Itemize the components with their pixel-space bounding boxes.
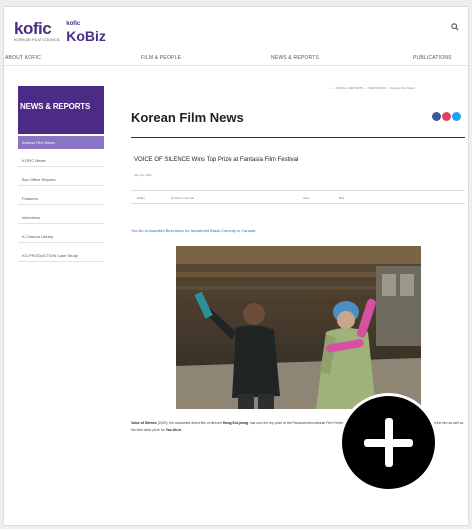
kofic-logo-text: kofic — [14, 19, 52, 38]
nav-item-publications[interactable]: PUBLICATIONS — [413, 55, 452, 61]
nav-item-film-people[interactable]: FILM & PEOPLE — [141, 55, 181, 61]
sidebar-item-kofic-news[interactable]: KOFIC News — [18, 154, 104, 167]
kofic-logo: kofic KOREAN FILM COUNCIL — [14, 20, 60, 42]
article-photo — [176, 246, 421, 409]
breadcrumb-item[interactable]: Korean Film News — [390, 86, 415, 90]
writer-value: by Pierce Conran — [171, 196, 195, 200]
body-text: (2020), the acclaimed debut film of dire… — [156, 421, 223, 425]
sidebar-item-interviews[interactable]: Interviews — [18, 211, 104, 224]
sidebar-heading: NEWS & REPORTS — [18, 86, 104, 134]
site-logo[interactable]: kofic KOREAN FILM COUNCIL kofic KoBiz — [14, 20, 106, 43]
article-title: VOICE OF SILENCE Wins Top Prize at Fanta… — [134, 157, 299, 163]
page-title: Korean Film News — [131, 110, 244, 125]
breadcrumb-item[interactable]: NEWS & REPORTS — [336, 86, 363, 90]
sidebar-item-box-office[interactable]: Box Office Reports — [18, 173, 104, 186]
breadcrumb-item[interactable]: NEWSROOM — [368, 86, 386, 90]
body-text: . — [181, 428, 183, 432]
views-value: 861 — [339, 196, 345, 200]
body-actor: Yoo Ah-in — [165, 428, 182, 432]
sidebar-item-korean-film-news[interactable]: Korean Film News — [18, 136, 104, 149]
nav-item-news-reports[interactable]: NEWS & REPORTS — [271, 55, 319, 61]
share-buttons — [432, 112, 461, 121]
main-nav: ABOUT KOFIC FILM & PEOPLE NEWS & REPORTS… — [3, 52, 469, 66]
kobiz-logo: kofic KoBiz — [66, 20, 106, 43]
search-icon[interactable] — [451, 22, 459, 34]
sidebar-item-ko-production[interactable]: KO-PRODUCTION Case Study — [18, 249, 104, 262]
body-film-title: Voice of Silence — [131, 421, 157, 425]
views-label: View — [303, 196, 310, 200]
body-director: Hong Eui-jeong — [222, 421, 248, 425]
kobiz-logo-text: KoBiz — [66, 28, 106, 44]
article-date: Sep 06, 2021 — [134, 173, 152, 177]
plus-icon[interactable] — [339, 393, 438, 492]
twitter-share-icon[interactable] — [452, 112, 461, 121]
facebook-share-icon[interactable] — [432, 112, 441, 121]
kofic-logo-subtitle: KOREAN FILM COUNCIL — [14, 37, 61, 42]
writer-label: Writer — [137, 196, 145, 200]
sidebar-item-k-cinema-library[interactable]: K-Cinema Library — [18, 230, 104, 243]
instagram-share-icon[interactable] — [442, 112, 451, 121]
article-meta: Writer by Pierce Conran View 861 — [131, 190, 465, 204]
nav-item-about[interactable]: ABOUT KOFIC — [5, 55, 41, 61]
sidebar-item-features[interactable]: Features — [18, 192, 104, 205]
breadcrumb-home-icon[interactable]: ⌂ — [330, 86, 332, 90]
page: kofic KOREAN FILM COUNCIL kofic KoBiz AB… — [0, 0, 472, 529]
related-article-link[interactable]: Yoo Ah-in Awarded Best Actor for Acclaim… — [131, 228, 255, 233]
breadcrumb: ⌂ › NEWS & REPORTS › NEWSROOM › Korean F… — [330, 86, 415, 90]
title-divider — [131, 137, 465, 138]
